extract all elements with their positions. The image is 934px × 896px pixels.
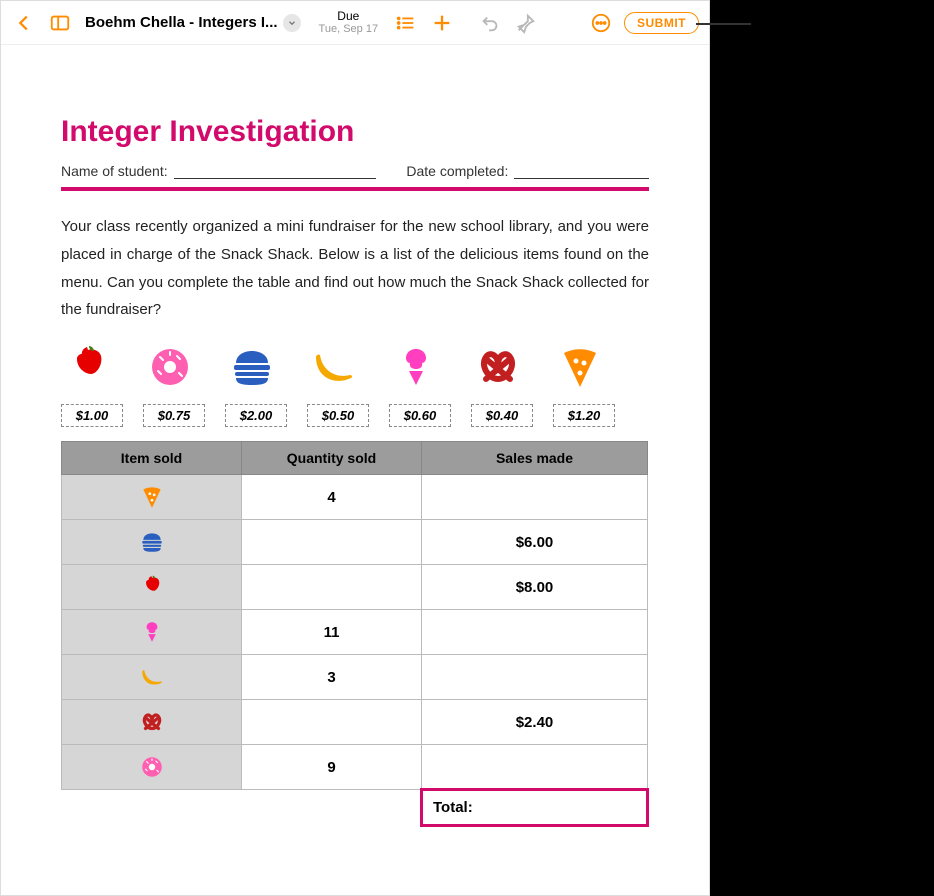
table-row: 11 [62,610,648,655]
cell-qty[interactable]: 9 [242,745,422,790]
icecream-icon [391,342,441,392]
donut-icon [145,342,195,392]
pretzel-icon [473,342,523,392]
sidebar-toggle-icon[interactable] [47,10,73,36]
cell-item [62,565,242,610]
name-input-line[interactable] [174,165,377,179]
table-row: $6.00 [62,520,648,565]
banana-price: $0.50 [307,404,369,427]
app-window: Boehm Chella - Integers I... Due Tue, Se… [0,0,710,896]
pretzel-price: $0.40 [471,404,533,427]
items-icons-row [61,342,649,392]
undo-icon[interactable] [477,10,503,36]
cell-sales[interactable] [422,475,648,520]
cell-qty[interactable]: 4 [242,475,422,520]
burger-price: $2.00 [225,404,287,427]
pizza-icon [555,342,605,392]
th-qty: Quantity sold [242,442,422,475]
cell-sales[interactable] [422,655,648,700]
cell-item [62,610,242,655]
table-row: $2.40 [62,700,648,745]
cell-sales[interactable]: $6.00 [422,520,648,565]
document-title-group[interactable]: Boehm Chella - Integers I... [85,14,301,32]
total-cell[interactable]: Total: [422,790,648,826]
submit-button[interactable]: SUBMIT [624,12,699,34]
table-row: 3 [62,655,648,700]
apple-price: $1.00 [61,404,123,427]
date-input-line[interactable] [514,165,649,179]
table-row: 9 [62,745,648,790]
fill-row: Name of student: Date completed: [61,163,649,179]
cell-qty[interactable] [242,565,422,610]
toolbar: Boehm Chella - Integers I... Due Tue, Se… [1,1,709,45]
name-label: Name of student: [61,163,168,179]
cell-sales[interactable]: $8.00 [422,565,648,610]
date-label: Date completed: [406,163,508,179]
cell-item [62,520,242,565]
title-dropdown-icon[interactable] [283,14,301,32]
pin-icon[interactable] [513,10,539,36]
table-row: $8.00 [62,565,648,610]
document-title: Boehm Chella - Integers I... [85,14,278,31]
items-prices-row: $1.00 $0.75 $2.00 $0.50 $0.60 $0.40 $1.20 [61,404,649,427]
add-icon[interactable] [429,10,455,36]
table-row: 4 [62,475,648,520]
cell-qty[interactable]: 11 [242,610,422,655]
page-title: Integer Investigation [61,115,649,149]
donut-price: $0.75 [143,404,205,427]
banana-icon [309,342,359,392]
due-date: Tue, Sep 17 [319,23,379,35]
cell-sales[interactable] [422,745,648,790]
more-icon[interactable] [588,10,614,36]
th-sales: Sales made [422,442,648,475]
cell-item [62,745,242,790]
sales-table: Item sold Quantity sold Sales made 4$6.0… [61,441,649,827]
callout-line [696,23,751,25]
cell-qty[interactable]: 3 [242,655,422,700]
cell-item [62,700,242,745]
cell-qty[interactable] [242,700,422,745]
back-icon[interactable] [11,10,37,36]
cell-qty[interactable] [242,520,422,565]
cell-sales[interactable]: $2.40 [422,700,648,745]
icecream-price: $0.60 [389,404,451,427]
document-page: Integer Investigation Name of student: D… [1,45,709,895]
apple-icon [63,342,113,392]
list-icon[interactable] [393,10,419,36]
due-info: Due Tue, Sep 17 [319,10,379,35]
intro-paragraph: Your class recently organized a mini fun… [61,213,649,324]
burger-icon [227,342,277,392]
table-body: 4$6.00$8.00113$2.409 [62,475,648,790]
th-item: Item sold [62,442,242,475]
pizza-price: $1.20 [553,404,615,427]
cell-item [62,475,242,520]
divider [61,187,649,191]
cell-item [62,655,242,700]
cell-sales[interactable] [422,610,648,655]
due-label: Due [319,10,379,23]
